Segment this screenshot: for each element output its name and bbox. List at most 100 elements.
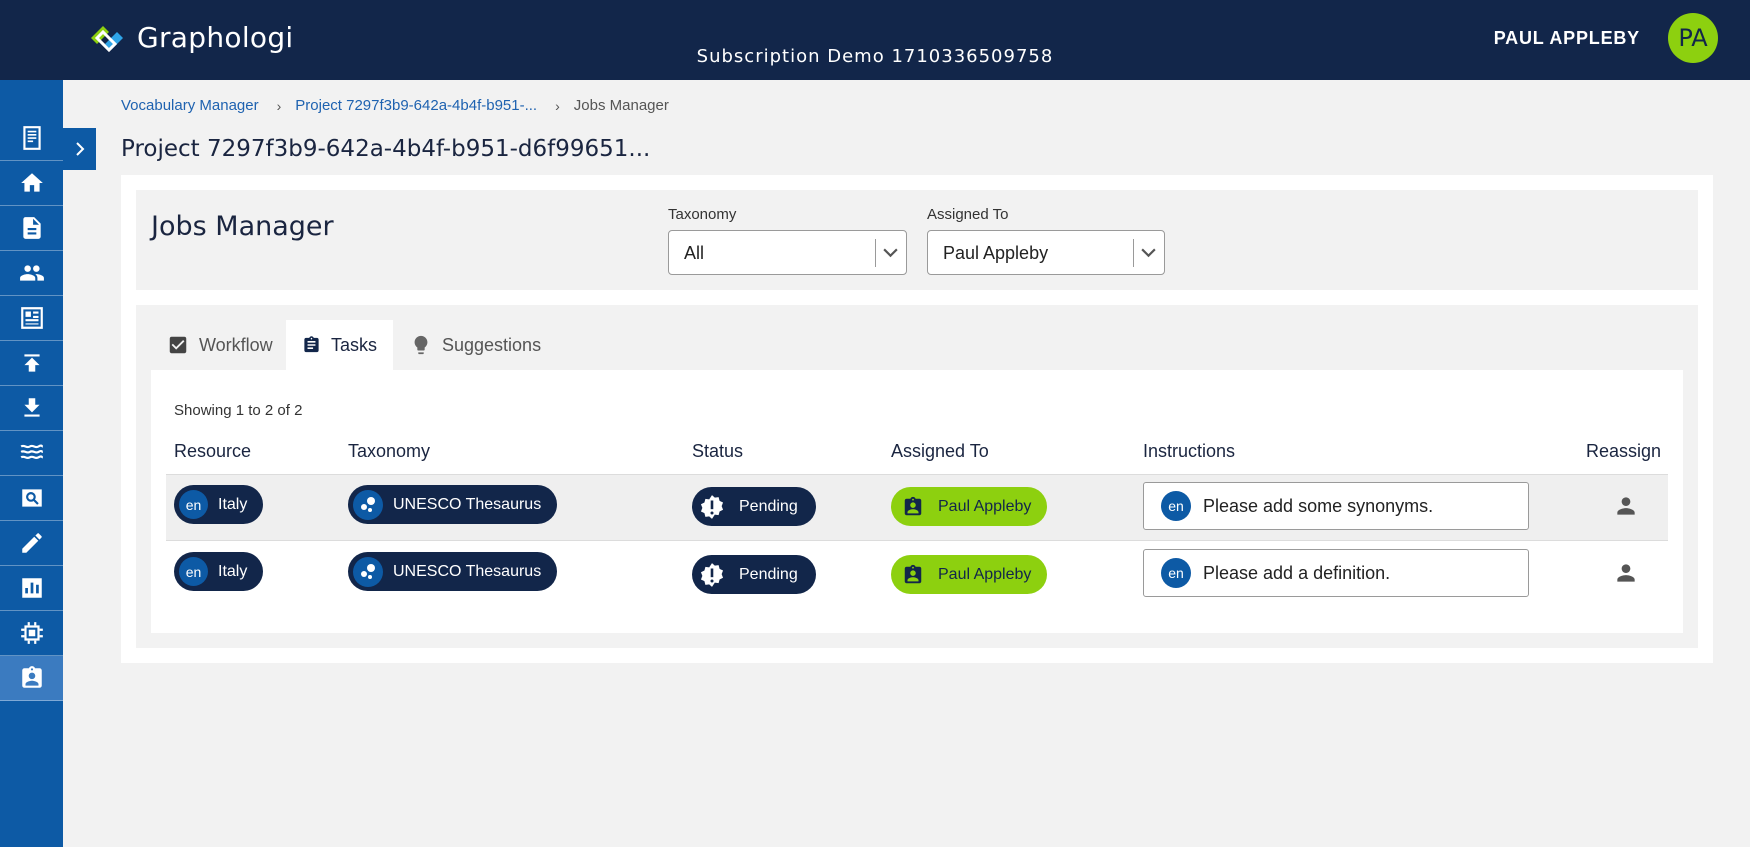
search-box-icon	[21, 489, 42, 507]
assignment-ind-icon	[904, 564, 922, 583]
select-divider	[1133, 239, 1134, 267]
taxonomy-chip[interactable]: UNESCO Thesaurus	[348, 552, 558, 591]
language-badge: en	[1161, 491, 1191, 521]
assignment-ind-icon	[904, 496, 922, 515]
assignee-name: Paul Appleby	[938, 497, 1032, 515]
chevron-down-icon[interactable]	[882, 244, 899, 261]
status-label: Pending	[739, 565, 798, 583]
tab-tasks-label: Tasks	[330, 334, 377, 355]
tab-workflow-label: Workflow	[199, 334, 273, 355]
sidebar-item-edit[interactable]	[0, 521, 63, 566]
breadcrumb-vocabulary-manager[interactable]: Vocabulary Manager	[121, 97, 259, 114]
assignee-name: Paul Appleby	[938, 565, 1032, 583]
breadcrumb-jobs-manager: Jobs Manager	[573, 97, 669, 114]
sidebar-item-jobs[interactable]	[0, 656, 63, 701]
tab-workflow[interactable]: Workflow	[151, 320, 289, 370]
tab-suggestions-label: Suggestions	[442, 334, 542, 355]
assignee-chip[interactable]: Paul Appleby	[891, 555, 1048, 594]
status-badge: Pending	[692, 487, 816, 526]
download-icon	[23, 398, 40, 417]
assigned-to-select[interactable]: Paul Appleby	[927, 230, 1165, 275]
sidebar-item-document[interactable]	[0, 116, 63, 161]
home-icon	[20, 173, 43, 192]
sidebar-item-download[interactable]	[0, 386, 63, 431]
tab-suggestions[interactable]: Suggestions	[394, 320, 557, 370]
breadcrumb-project[interactable]: Project 7297f3b9-642a-4b4f-b951-...	[295, 97, 537, 114]
status-badge: Pending	[692, 555, 816, 594]
assignee-chip[interactable]: Paul Appleby	[891, 487, 1048, 526]
instructions-field[interactable]: en Please add some synonyms.	[1143, 482, 1529, 530]
pagination-summary: Showing 1 to 2 of 2	[174, 402, 303, 419]
sidebar-item-home[interactable]	[0, 161, 63, 206]
language-badge: en	[1161, 558, 1191, 588]
assignment-ind-icon	[21, 666, 42, 688]
taxonomy-select[interactable]: All	[668, 230, 907, 275]
upload-icon	[23, 354, 40, 372]
taxonomy-chip[interactable]: UNESCO Thesaurus	[348, 485, 558, 524]
pending-icon	[700, 562, 724, 587]
language-badge: en	[179, 490, 208, 519]
sidebar-item-people[interactable]	[0, 251, 63, 296]
resource-chip[interactable]: en Italy	[174, 552, 264, 591]
column-header-taxonomy[interactable]: Taxonomy	[348, 441, 430, 462]
taxonomy-name: UNESCO Thesaurus	[393, 495, 542, 513]
sidebar-item-reports[interactable]	[0, 566, 63, 611]
person-icon[interactable]	[1613, 560, 1639, 586]
chip-icon	[20, 622, 43, 644]
instructions-field[interactable]: en Please add a definition.	[1143, 549, 1529, 597]
column-header-reassign: Reassign	[1586, 441, 1662, 461]
pending-icon	[700, 494, 724, 519]
document-icon	[22, 126, 41, 150]
sidebar-item-file[interactable]	[0, 206, 63, 251]
assigned-to-select-value: Paul Appleby	[943, 243, 1049, 263]
taxonomy-icon	[361, 496, 375, 512]
avatar[interactable]: PA	[1668, 13, 1718, 63]
taxonomy-select-value: All	[684, 243, 705, 263]
sidebar-item-dashboard[interactable]	[0, 296, 63, 341]
clipboard-icon	[304, 336, 319, 353]
breadcrumb-separator: ›	[276, 97, 282, 114]
resource-name: Italy	[218, 562, 248, 580]
sidebar-item-chip[interactable]	[0, 611, 63, 656]
bar-chart-icon	[21, 578, 42, 598]
select-divider	[875, 239, 876, 267]
sidebar-expand-button[interactable]	[63, 128, 96, 170]
chevron-down-icon[interactable]	[1140, 244, 1157, 261]
filter-panel	[136, 190, 1698, 290]
language-badge: en	[179, 557, 208, 586]
sidebar-item-upload[interactable]	[0, 341, 63, 386]
subscription-name: Subscription Demo 1710336509758	[696, 46, 1054, 67]
top-bar: Graphologi Subscription Demo 17103365097…	[0, 0, 1750, 80]
status-label: Pending	[739, 497, 798, 515]
dashboard-icon	[20, 307, 43, 329]
column-header-resource[interactable]: Resource	[174, 441, 251, 462]
pencil-icon	[21, 533, 42, 553]
column-header-assigned-to[interactable]: Assigned To	[891, 441, 989, 462]
tab-tasks[interactable]: Tasks	[286, 320, 393, 370]
breadcrumb: Vocabulary Manager › Project 7297f3b9-64…	[121, 97, 669, 114]
taxonomy-name: UNESCO Thesaurus	[393, 562, 542, 580]
person-icon[interactable]	[1613, 493, 1639, 519]
sidebar-item-search[interactable]	[0, 476, 63, 521]
taxonomy-filter-label: Taxonomy	[668, 206, 737, 223]
resource-name: Italy	[218, 495, 248, 513]
breadcrumb-separator: ›	[555, 97, 560, 114]
page-title: Project 7297f3b9-642a-4b4f-b951-d6f99651…	[121, 136, 651, 162]
lightbulb-icon	[414, 335, 428, 355]
jobs-manager-title: Jobs Manager	[151, 211, 334, 242]
user-name[interactable]: PAUL APPLEBY	[1494, 28, 1640, 49]
column-header-instructions[interactable]: Instructions	[1143, 441, 1235, 462]
people-icon	[19, 265, 44, 281]
assigned-filter-label: Assigned To	[927, 206, 1009, 223]
taxonomy-icon	[361, 563, 375, 579]
column-header-status[interactable]: Status	[692, 441, 743, 462]
instructions-text: Please add some synonyms.	[1203, 495, 1434, 516]
waves-icon	[20, 444, 43, 460]
checkbox-icon	[169, 336, 187, 354]
instructions-text: Please add a definition.	[1203, 562, 1391, 583]
sidebar	[0, 80, 63, 847]
resource-chip[interactable]: en Italy	[174, 485, 264, 524]
file-icon	[22, 217, 41, 239]
sidebar-item-waves[interactable]	[0, 431, 63, 476]
chevron-right-icon	[75, 142, 84, 156]
